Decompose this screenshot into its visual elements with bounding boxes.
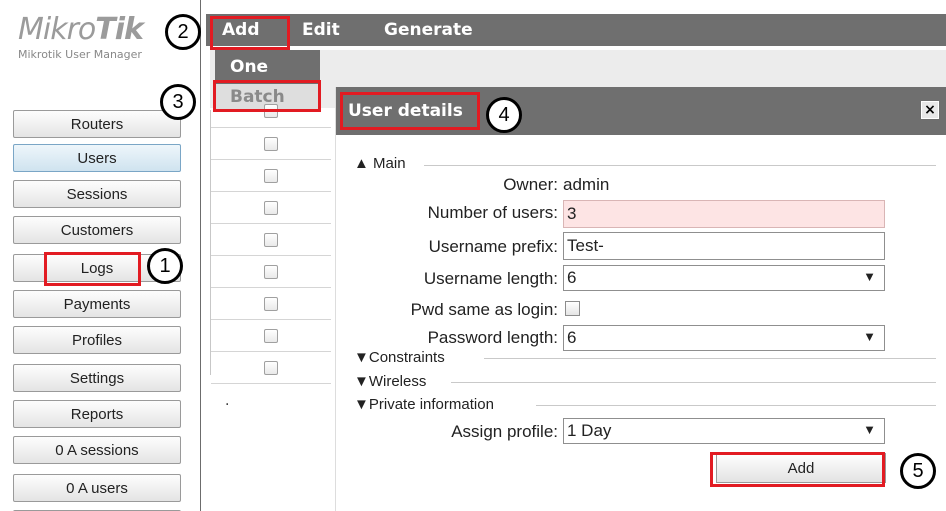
logo-brand: MikroTik — [18, 12, 144, 47]
section-private-label: Private information — [368, 396, 494, 413]
owner-label: Owner: — [503, 175, 558, 194]
section-constraints-label: Constraints — [368, 349, 445, 366]
section-main-label: Main — [373, 155, 406, 172]
row-checkbox[interactable] — [264, 136, 278, 151]
sidebar-item-profiles[interactable]: Profiles — [13, 326, 181, 354]
username-length-label: Username length: — [423, 269, 558, 288]
number-of-users-label: Number of users: — [427, 203, 558, 222]
sidebar: Routers Users Sessions Customers Logs Pa… — [0, 100, 200, 511]
sidebar-item-users[interactable]: Users — [13, 144, 181, 172]
section-divider — [484, 358, 936, 359]
table-row — [211, 104, 331, 128]
highlight-logs — [44, 252, 141, 286]
password-length-value: 6 — [567, 328, 577, 347]
menu-generate[interactable]: Generate — [384, 14, 473, 46]
table-row — [211, 256, 331, 288]
highlight-add-button — [710, 452, 885, 487]
annotation-1: 1 — [147, 248, 183, 284]
row-checkbox[interactable] — [264, 360, 278, 375]
sidebar-item-payments[interactable]: Payments — [13, 290, 181, 318]
table-row — [211, 128, 331, 160]
row-checkbox[interactable] — [264, 200, 278, 215]
section-wireless-label: Wireless — [368, 373, 427, 390]
dropdown-arrow-icon: ▼ — [863, 329, 876, 344]
table-row — [211, 288, 331, 320]
sidebar-item-active-users[interactable]: 0 A users — [13, 474, 181, 502]
table-row — [211, 192, 331, 224]
section-divider — [536, 405, 936, 406]
sidebar-item-settings[interactable]: Settings — [13, 364, 181, 392]
pwd-same-as-login-label: Pwd same as login: — [410, 300, 558, 319]
sidebar-item-routers[interactable]: Routers — [13, 110, 181, 138]
assign-profile-label: Assign profile: — [451, 422, 558, 441]
pwd-same-as-login-checkbox[interactable] — [565, 301, 580, 316]
row-checkbox[interactable] — [264, 264, 278, 279]
assign-profile-value: 1 Day — [567, 421, 612, 440]
row-checkbox[interactable] — [264, 296, 278, 311]
annotation-5: 5 — [900, 453, 936, 489]
section-wireless[interactable]: ▼Wireless — [354, 373, 426, 390]
owner-value: admin — [563, 175, 610, 194]
highlight-add-menu — [210, 16, 290, 50]
table-row — [211, 352, 331, 384]
sidebar-item-active-sessions[interactable]: 0 A sessions — [13, 436, 181, 464]
username-prefix-field[interactable]: Test- — [563, 232, 885, 260]
close-icon[interactable]: × — [921, 101, 939, 119]
users-table — [210, 104, 335, 384]
expand-down-icon: ▼ — [354, 373, 369, 390]
table-row — [211, 320, 331, 352]
row-checkbox[interactable] — [264, 232, 278, 247]
username-length-value: 6 — [567, 268, 577, 287]
expand-down-icon: ▼ — [354, 396, 369, 413]
table-row — [211, 224, 331, 256]
user-details-dialog: User details × ▲ Main Owner: admin Numbe… — [335, 87, 946, 511]
table-row — [211, 160, 331, 192]
section-constraints[interactable]: ▼Constraints — [354, 349, 445, 366]
section-main[interactable]: ▲ Main — [354, 155, 406, 172]
menu-edit[interactable]: Edit — [302, 14, 340, 46]
password-length-select[interactable]: 6 ▼ — [563, 325, 885, 351]
annotation-2: 2 — [165, 14, 201, 50]
section-divider — [451, 382, 936, 383]
logo-subtitle: Mikrotik User Manager — [18, 48, 142, 61]
collapse-up-icon: ▲ — [354, 155, 369, 172]
row-checkbox[interactable] — [264, 168, 278, 183]
menu-add-one[interactable]: One — [215, 50, 320, 84]
user-manager-window: MikroTik Mikrotik User Manager Routers U… — [0, 0, 946, 511]
sidebar-divider — [200, 0, 201, 511]
grid-footer-mark: . — [225, 393, 230, 409]
sidebar-item-customers[interactable]: Customers — [13, 216, 181, 244]
expand-down-icon: ▼ — [354, 349, 369, 366]
menu-bar: Add Edit Generate — [206, 14, 946, 46]
highlight-batch — [213, 80, 321, 112]
sidebar-item-reports[interactable]: Reports — [13, 400, 181, 428]
dropdown-arrow-icon: ▼ — [863, 422, 876, 437]
highlight-dialog-title — [340, 92, 480, 130]
section-private-information[interactable]: ▼Private information — [354, 396, 494, 413]
username-prefix-label: Username prefix: — [428, 237, 558, 256]
number-of-users-field[interactable]: 3 — [563, 200, 885, 228]
username-length-select[interactable]: 6 ▼ — [563, 265, 885, 291]
password-length-label: Password length: — [427, 328, 558, 347]
section-divider — [424, 165, 936, 166]
sidebar-item-sessions[interactable]: Sessions — [13, 180, 181, 208]
annotation-4: 4 — [486, 97, 522, 133]
dropdown-arrow-icon: ▼ — [863, 269, 876, 284]
assign-profile-select[interactable]: 1 Day ▼ — [563, 418, 885, 444]
row-checkbox[interactable] — [264, 328, 278, 343]
annotation-3: 3 — [160, 84, 196, 120]
